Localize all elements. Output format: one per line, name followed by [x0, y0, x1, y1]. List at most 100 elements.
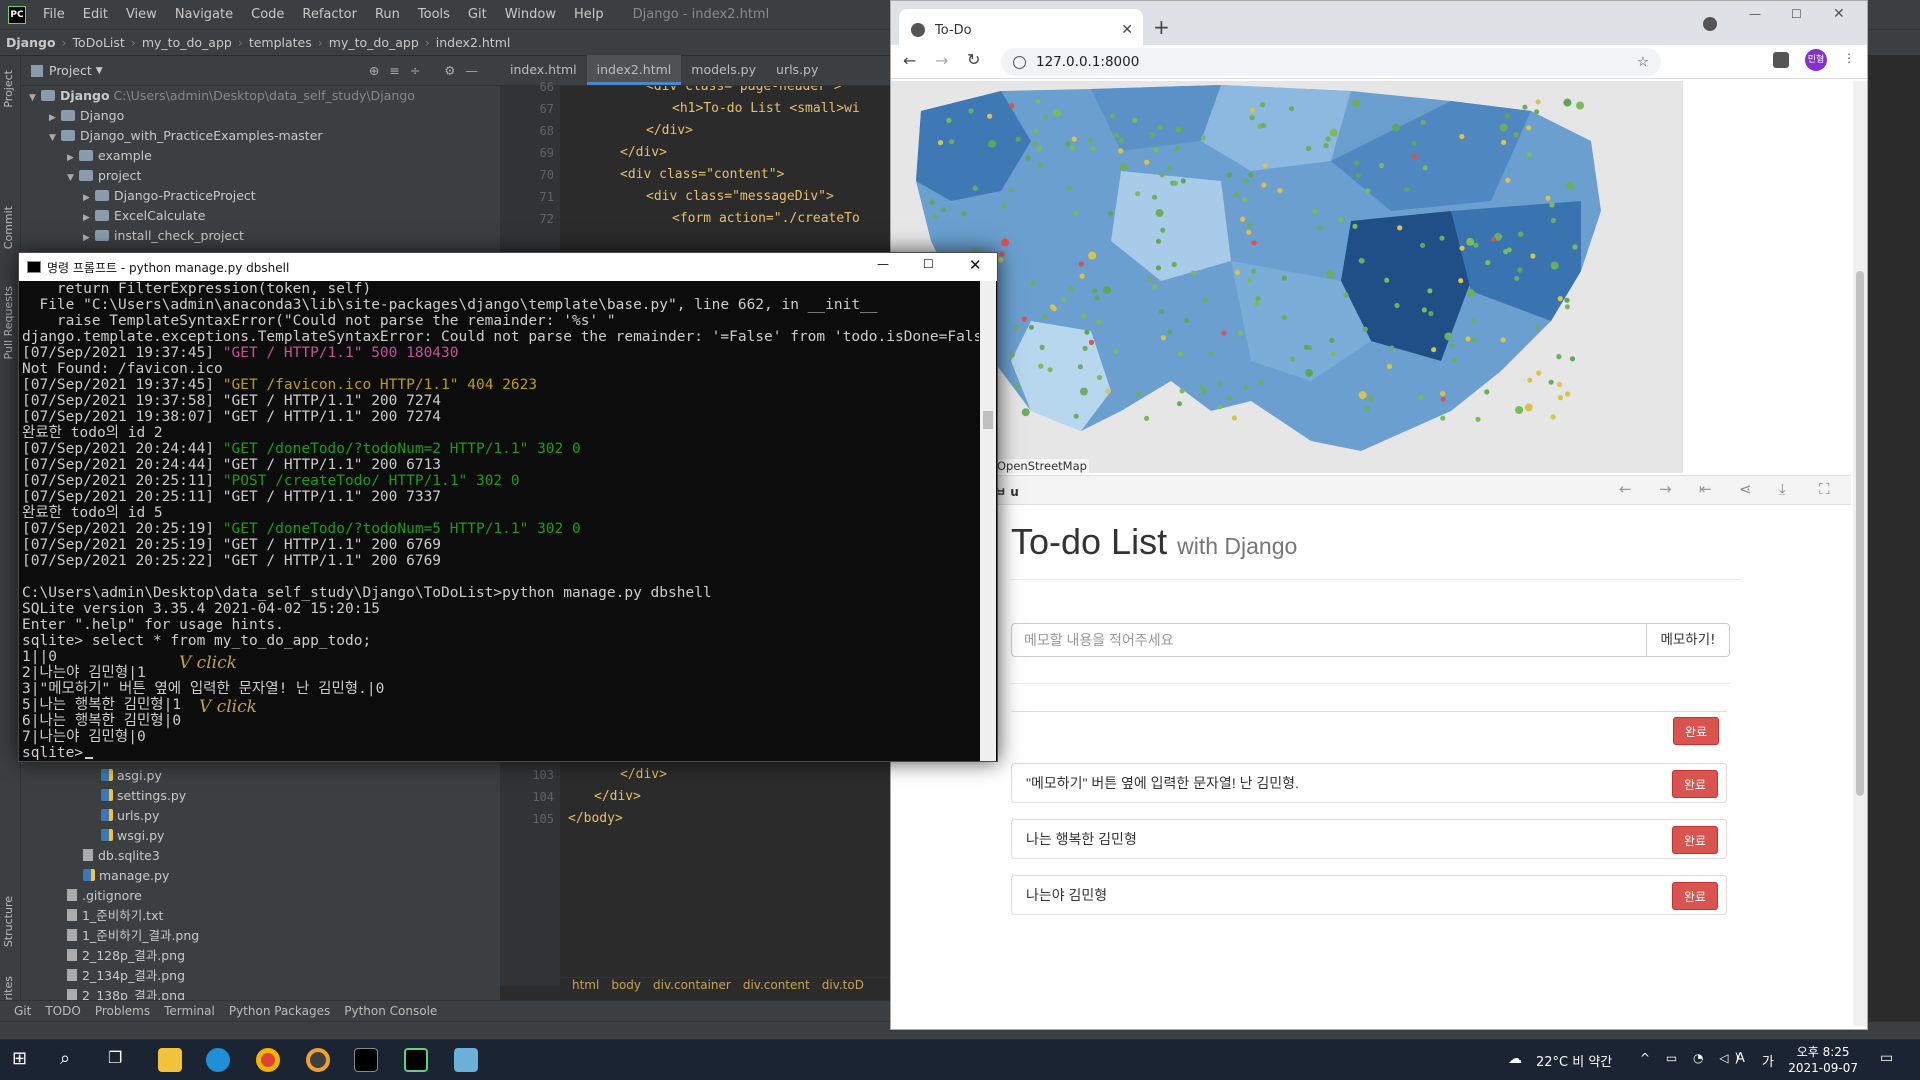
- back-icon[interactable]: ←: [903, 51, 916, 70]
- edge-icon[interactable]: [206, 1048, 230, 1072]
- maximize-icon[interactable]: ☐: [1791, 7, 1802, 21]
- pycharm-taskbar-icon[interactable]: [404, 1048, 428, 1072]
- breadcrumb-item[interactable]: my_to_do_app: [136, 35, 238, 50]
- close-tab-icon[interactable]: ✕: [1121, 22, 1133, 38]
- tree-item[interactable]: .gitignore: [67, 886, 142, 906]
- system-clock[interactable]: 오후 8:25 2021-09-07: [1788, 1044, 1858, 1076]
- weather-text[interactable]: 22°C 비 약간: [1536, 1051, 1612, 1070]
- tree-item[interactable]: ▶ Django-PracticeProject: [83, 186, 256, 206]
- share-icon[interactable]: ⋖: [1739, 480, 1752, 498]
- tree-item[interactable]: urls.py: [101, 806, 159, 826]
- menu-item[interactable]: Tools: [409, 7, 459, 22]
- tab-models-py[interactable]: models.py: [681, 55, 766, 85]
- tree-item[interactable]: ▶ ExcelCalculate: [83, 206, 206, 226]
- task-view-icon[interactable]: ❐: [108, 1048, 132, 1072]
- tool-python-packages[interactable]: Python Packages: [229, 1004, 330, 1018]
- memo-input[interactable]: 메모할 내용을 적어주세요: [1011, 623, 1647, 657]
- file-explorer-icon[interactable]: [158, 1048, 182, 1072]
- scrollbar-thumb[interactable]: [1856, 271, 1864, 796]
- close-window-icon[interactable]: ✕: [1833, 6, 1845, 22]
- cmd-scrollbar[interactable]: [980, 281, 996, 761]
- search-icon[interactable]: ⌕: [60, 1048, 84, 1072]
- side-tab-commit[interactable]: Commit: [2, 206, 15, 249]
- tool-python-console[interactable]: Python Console: [344, 1004, 437, 1018]
- code-breadcrumb-item[interactable]: body: [611, 978, 641, 992]
- memo-button[interactable]: 메모하기!: [1646, 623, 1730, 657]
- tree-item[interactable]: settings.py: [101, 786, 186, 806]
- star-icon[interactable]: ☆: [1637, 54, 1649, 70]
- terminal-output[interactable]: return FilterExpression(token, self) Fil…: [19, 281, 979, 761]
- tree-item[interactable]: 2_128p_결과.png: [67, 946, 185, 966]
- profile-avatar[interactable]: 민형: [1805, 49, 1827, 71]
- tree-item[interactable]: asgi.py: [101, 766, 162, 786]
- done-button[interactable]: 완료: [1672, 826, 1718, 854]
- prev-icon[interactable]: ←: [1619, 480, 1632, 498]
- minimize-icon[interactable]: —: [877, 257, 889, 271]
- menu-item[interactable]: Git: [459, 7, 496, 22]
- chevron-down-icon[interactable]: ▼: [96, 66, 103, 76]
- tool-terminal[interactable]: Terminal: [164, 1004, 215, 1018]
- menu-item[interactable]: Navigate: [166, 7, 242, 22]
- new-tab-icon[interactable]: +: [1153, 15, 1170, 39]
- minimize-icon[interactable]: —: [1749, 7, 1761, 21]
- close-icon[interactable]: ✕: [969, 256, 982, 274]
- menu-item[interactable]: Refactor: [293, 7, 366, 22]
- menu-item[interactable]: Run: [366, 7, 409, 22]
- tree-item[interactable]: ▶ install_check_project: [83, 226, 244, 246]
- breadcrumb-item[interactable]: my_to_do_app: [323, 35, 425, 50]
- map-attribution[interactable]: OpenStreetMap: [995, 459, 1089, 473]
- next-icon[interactable]: →: [1659, 480, 1672, 498]
- tree-item[interactable]: ▼ Django_with_PracticeExamples-master: [49, 126, 323, 146]
- menu-icon[interactable]: ⋮: [1843, 51, 1855, 65]
- code-breadcrumb-item[interactable]: div.content: [743, 978, 810, 992]
- tree-item[interactable]: ▼ Django C:\Users\admin\Desktop\data_self…: [29, 86, 415, 106]
- tree-item[interactable]: wsgi.py: [101, 826, 164, 846]
- side-tab-pull-requests[interactable]: Pull Requests: [2, 286, 15, 359]
- notification-icon[interactable]: ▭: [1880, 1050, 1893, 1066]
- tool-problems[interactable]: Problems: [95, 1004, 150, 1018]
- tree-item[interactable]: ▶ example: [67, 146, 152, 166]
- tree-item[interactable]: db.sqlite3: [83, 846, 160, 866]
- weather-icon[interactable]: ☁: [1508, 1051, 1522, 1067]
- tree-item[interactable]: ▼ project: [67, 166, 141, 186]
- side-tab-project[interactable]: Project: [2, 70, 15, 108]
- tree-item[interactable]: ▶ Django: [49, 106, 124, 126]
- ime-mode-indicator[interactable]: 가: [1762, 1051, 1774, 1070]
- ime-indicator[interactable]: A: [1736, 1051, 1745, 1066]
- tree-item[interactable]: 2_134p_결과.png: [67, 966, 185, 986]
- terminal-taskbar-icon[interactable]: [354, 1048, 378, 1072]
- menu-item[interactable]: View: [117, 7, 166, 22]
- notepad-icon[interactable]: [454, 1048, 478, 1072]
- tree-item[interactable]: 1_준비하기.txt: [67, 906, 163, 926]
- tray-icons[interactable]: ^ ▭ ◔ ◁): [1640, 1051, 1745, 1065]
- windows-start-icon[interactable]: ⊞: [12, 1048, 36, 1072]
- code-breadcrumb-item[interactable]: html: [572, 978, 599, 992]
- done-button[interactable]: 완료: [1672, 882, 1718, 910]
- download-icon[interactable]: ⤓: [1779, 480, 1786, 498]
- chrome-icon[interactable]: [256, 1048, 280, 1072]
- menu-item[interactable]: Edit: [74, 7, 117, 22]
- breadcrumb-item[interactable]: templates: [243, 35, 318, 50]
- menu-item[interactable]: File: [34, 7, 74, 22]
- side-tab-structure[interactable]: Structure: [2, 896, 15, 947]
- breadcrumb-item[interactable]: Django: [0, 35, 62, 50]
- code-breadcrumb-item[interactable]: div.toD: [822, 978, 864, 992]
- scrollbar-thumb[interactable]: [983, 411, 993, 429]
- tab-urls-py[interactable]: urls.py: [766, 55, 828, 85]
- done-button[interactable]: 완료: [1672, 770, 1718, 798]
- first-icon[interactable]: ⇤: [1699, 480, 1712, 498]
- tree-item[interactable]: 1_준비하기_결과.png: [67, 926, 199, 946]
- menu-item[interactable]: Code: [242, 7, 293, 22]
- reload-icon[interactable]: ↻: [967, 50, 980, 69]
- code-breadcrumb-item[interactable]: div.container: [653, 978, 731, 992]
- tab-search-icon[interactable]: [1703, 17, 1717, 31]
- tool-todo[interactable]: TODO: [45, 1004, 80, 1018]
- menu-item[interactable]: Help: [565, 7, 613, 22]
- browser-scrollbar[interactable]: [1853, 81, 1867, 1026]
- breadcrumb-item[interactable]: ToDoList: [67, 35, 131, 50]
- breadcrumb-item[interactable]: index2.html: [430, 35, 517, 50]
- project-label[interactable]: Project: [49, 63, 92, 78]
- tab-index2-html[interactable]: index2.html: [586, 55, 682, 85]
- project-panel-tools-icon[interactable]: ⊕≡÷ ⚙—: [369, 63, 488, 78]
- maximize-icon[interactable]: ☐: [923, 257, 934, 271]
